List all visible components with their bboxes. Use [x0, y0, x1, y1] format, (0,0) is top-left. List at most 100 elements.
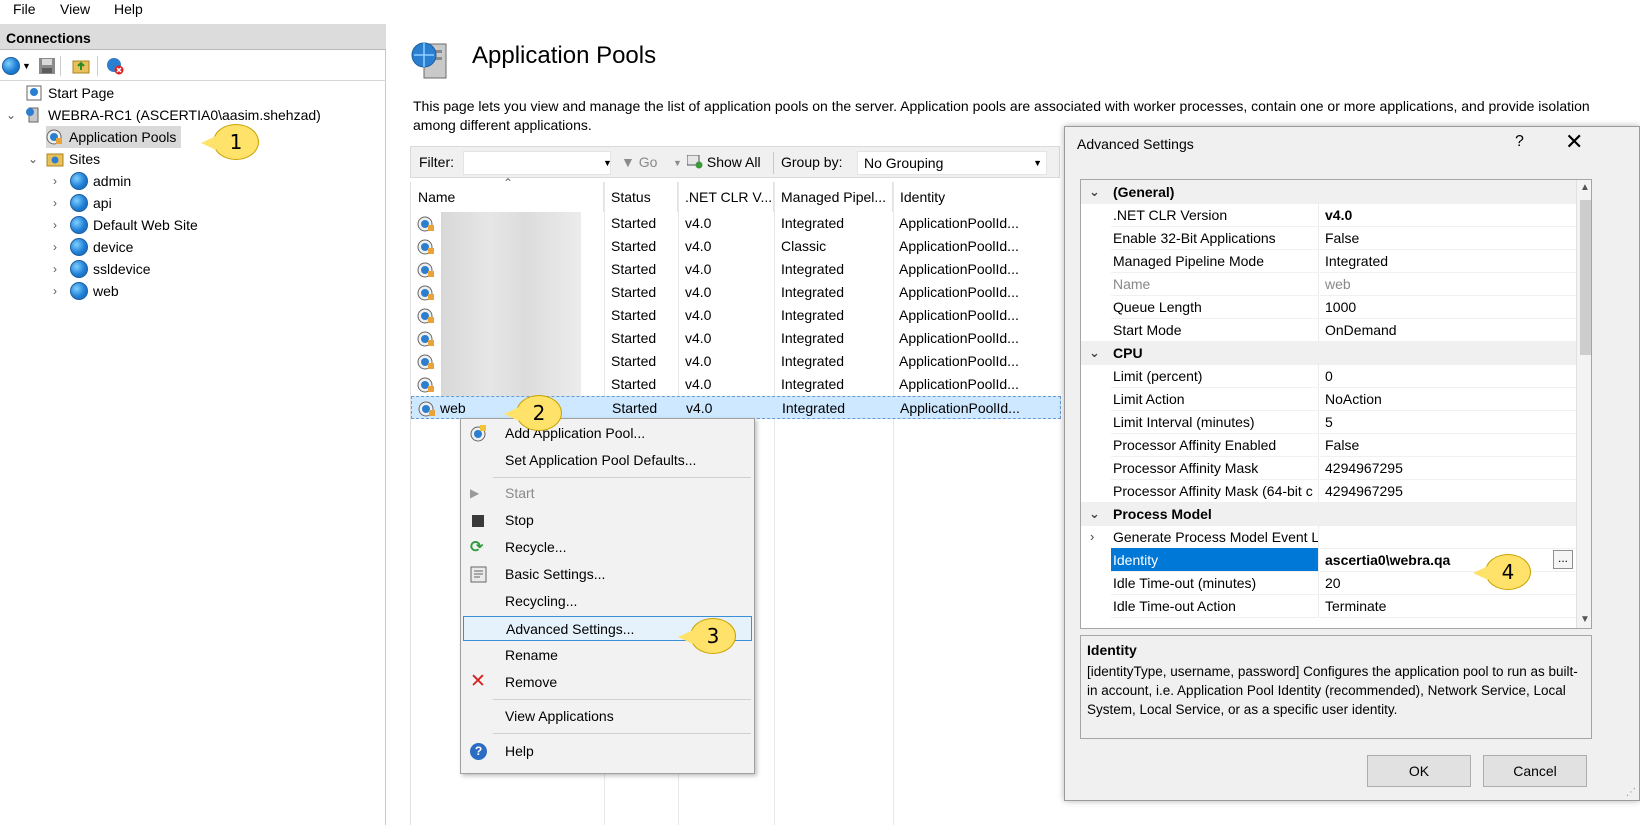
menu-view[interactable]: View [60, 1, 90, 17]
property-value[interactable]: False [1320, 433, 1576, 457]
property-row[interactable]: .NET CLR Version v4.0 [1081, 203, 1576, 227]
connect-globe-icon[interactable] [2, 57, 20, 75]
tree-site-item[interactable]: device [70, 236, 133, 258]
menu-recycle[interactable]: ⟳ Recycle... [463, 535, 752, 560]
property-row[interactable]: Queue Length 1000 [1081, 295, 1576, 319]
expand-chevron-icon[interactable]: › [1090, 525, 1094, 549]
menu-start[interactable]: ▶ Start [463, 481, 752, 506]
property-row[interactable]: Limit Action NoAction [1081, 387, 1576, 411]
tree-sites[interactable]: Sites [46, 148, 100, 170]
property-row[interactable]: Processor Affinity Mask 4294967295 [1081, 456, 1576, 480]
menu-basic-settings[interactable]: Basic Settings... [463, 562, 752, 587]
property-value[interactable]: web [1320, 272, 1576, 296]
tree-site-item[interactable]: web [70, 280, 119, 302]
menu-file[interactable]: File [13, 1, 36, 17]
tree-server-node[interactable]: WEBRA-RC1 (ASCERTIA0\aasim.shehzad) [25, 104, 321, 126]
property-row[interactable]: Limit (percent) 0 [1081, 364, 1576, 388]
cancel-button[interactable]: Cancel [1483, 755, 1587, 787]
group-by-select[interactable]: No Grouping ▼ [857, 151, 1047, 175]
property-value[interactable]: OnDemand [1320, 318, 1576, 342]
property-value[interactable]: NoAction [1320, 387, 1576, 411]
property-row[interactable]: Processor Affinity Mask (64-bit c 4294967… [1081, 479, 1576, 503]
tree-site-item[interactable]: api [70, 192, 112, 214]
expand-chevron-icon[interactable]: › [53, 170, 57, 192]
scroll-thumb[interactable] [1580, 200, 1591, 355]
category-row[interactable]: ⌄ (General) [1081, 180, 1576, 204]
column-header-pipeline[interactable]: Managed Pipel... [774, 182, 893, 212]
identity-ellipsis-button[interactable]: ... [1553, 550, 1573, 569]
table-row[interactable]: Started v4.0 Integrated ApplicationPoolId..… [411, 304, 1061, 327]
filter-dropdown-icon[interactable]: ▼ [603, 158, 612, 168]
column-header-clr[interactable]: .NET CLR V... [678, 182, 774, 212]
menu-set-pool-defaults[interactable]: Set Application Pool Defaults... [463, 448, 752, 473]
property-row[interactable]: Processor Affinity Enabled False [1081, 433, 1576, 457]
table-row[interactable]: Started v4.0 Integrated ApplicationPoolId..… [411, 258, 1061, 281]
tree-application-pools[interactable]: Application Pools [46, 126, 182, 148]
collapse-chevron-icon[interactable]: ⌄ [6, 104, 16, 126]
menu-remove[interactable]: ✕ Remove [463, 670, 752, 695]
go-dropdown-icon[interactable]: ▼ [673, 158, 682, 168]
property-row[interactable]: › Generate Process Model Event L [1081, 525, 1576, 549]
property-value[interactable]: 0 [1320, 364, 1576, 388]
table-row[interactable]: Started v4.0 Classic ApplicationPoolId... [411, 235, 1061, 258]
dialog-help-button[interactable]: ? [1515, 133, 1524, 151]
dialog-close-icon[interactable]: ✕ [1565, 129, 1583, 155]
property-value[interactable]: v4.0 [1320, 203, 1576, 227]
property-value[interactable]: False [1320, 226, 1576, 250]
go-button[interactable]: ▼ Go [621, 154, 657, 170]
property-value[interactable]: ascertia0\webra.qa [1320, 548, 1576, 572]
property-value[interactable]: 1000 [1320, 295, 1576, 319]
property-value[interactable]: 4294967295 [1320, 479, 1576, 503]
expand-chevron-icon[interactable]: › [53, 214, 57, 236]
tree-site-item[interactable]: admin [70, 170, 131, 192]
tree-site-item[interactable]: ssldevice [70, 258, 151, 280]
show-all-button[interactable]: Show All [686, 154, 761, 170]
scroll-down-icon[interactable]: ▼ [1580, 614, 1590, 625]
property-value[interactable]: 20 [1320, 571, 1576, 595]
table-row[interactable]: Started v4.0 Integrated ApplicationPoolId..… [411, 327, 1061, 350]
table-row[interactable]: Started v4.0 Integrated ApplicationPoolId..… [411, 281, 1061, 304]
property-value[interactable]: 5 [1320, 410, 1576, 434]
table-row[interactable]: Started v4.0 Integrated ApplicationPoolId..… [411, 212, 1061, 235]
category-row[interactable]: ⌄ CPU [1081, 341, 1576, 365]
disconnect-icon[interactable] [106, 57, 124, 75]
property-row[interactable]: Name web [1081, 272, 1576, 296]
collapse-chevron-icon[interactable]: ⌄ [1089, 502, 1100, 526]
resize-grip-icon[interactable]: ⋰ [1626, 787, 1636, 798]
menu-add-application-pool[interactable]: Add Application Pool... [463, 421, 752, 446]
tree-start-page[interactable]: Start Page [25, 82, 114, 104]
scroll-up-icon[interactable]: ▲ [1580, 182, 1590, 193]
menu-view-applications[interactable]: View Applications [463, 704, 752, 729]
filter-input[interactable] [463, 151, 611, 175]
table-row[interactable]: Started v4.0 Integrated ApplicationPoolId..… [411, 373, 1061, 396]
property-row[interactable]: Enable 32-Bit Applications False [1081, 226, 1576, 250]
expand-chevron-icon[interactable]: › [53, 192, 57, 214]
property-row[interactable]: Start Mode OnDemand [1081, 318, 1576, 342]
property-scrollbar[interactable]: ▲ ▼ [1576, 180, 1591, 628]
menu-help[interactable]: Help [114, 1, 143, 17]
property-row[interactable]: Limit Interval (minutes) 5 [1081, 410, 1576, 434]
property-value[interactable] [1320, 525, 1576, 549]
property-row[interactable]: Idle Time-out Action Terminate [1081, 594, 1576, 618]
collapse-chevron-icon[interactable]: ⌄ [1089, 341, 1100, 365]
property-value[interactable]: Integrated [1320, 249, 1576, 273]
column-header-identity[interactable]: Identity [893, 182, 1061, 212]
collapse-chevron-icon[interactable]: ⌄ [28, 148, 38, 170]
menu-help-item[interactable]: ? Help [463, 739, 752, 764]
column-header-status[interactable]: Status [604, 182, 678, 212]
menu-stop[interactable]: Stop [463, 508, 752, 533]
save-icon[interactable] [38, 57, 56, 75]
table-row[interactable]: Started v4.0 Integrated ApplicationPoolId..… [411, 350, 1061, 373]
expand-chevron-icon[interactable]: › [53, 280, 57, 302]
category-row[interactable]: ⌄ Process Model [1081, 502, 1576, 526]
property-value[interactable]: 4294967295 [1320, 456, 1576, 480]
property-row[interactable]: Managed Pipeline Mode Integrated [1081, 249, 1576, 273]
menu-recycling[interactable]: Recycling... [463, 589, 752, 614]
collapse-chevron-icon[interactable]: ⌄ [1089, 180, 1100, 204]
tree-site-item[interactable]: Default Web Site [70, 214, 198, 236]
expand-chevron-icon[interactable]: › [53, 258, 57, 280]
ok-button[interactable]: OK [1367, 755, 1471, 787]
expand-chevron-icon[interactable]: › [53, 236, 57, 258]
property-value[interactable]: Terminate [1320, 594, 1576, 618]
up-folder-icon[interactable] [72, 57, 90, 75]
